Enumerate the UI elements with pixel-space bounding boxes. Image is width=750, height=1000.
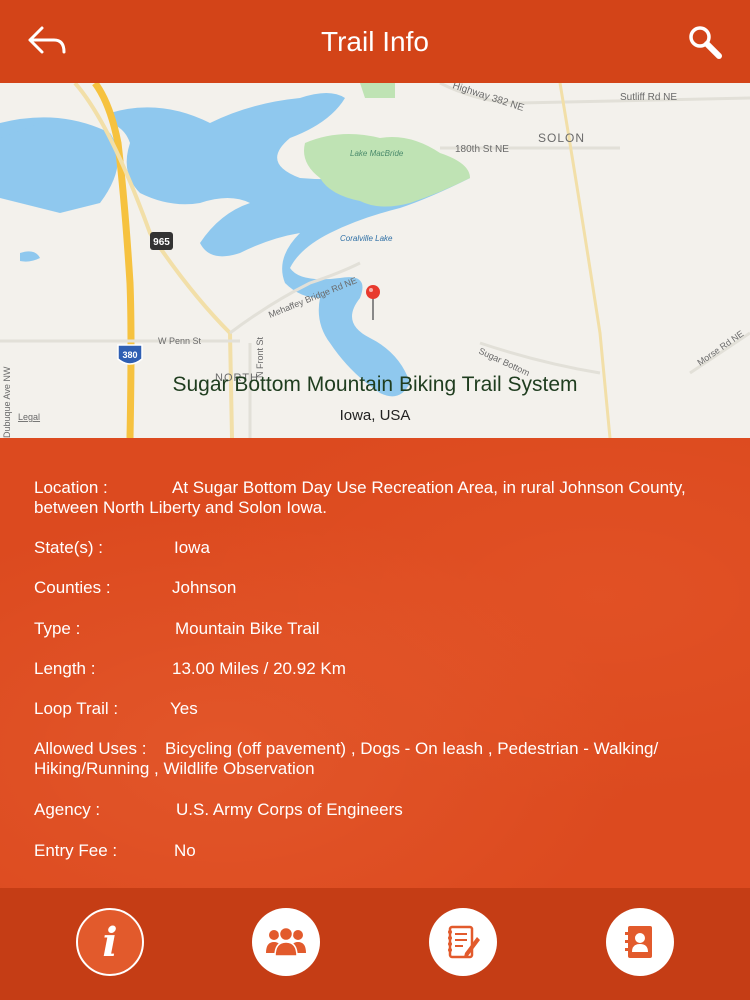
users-group-icon	[266, 926, 306, 957]
info-label: State(s) :	[34, 538, 103, 557]
info-row-type: Type : Mountain Bike Trail	[34, 619, 724, 639]
lake-water	[20, 251, 40, 262]
location-pin-icon[interactable]	[366, 285, 380, 299]
svg-text:SOLON: SOLON	[538, 131, 585, 145]
info-label: Type :	[34, 619, 81, 638]
trail-info-panel: Location : At Sugar Bottom Day Use Recre…	[0, 438, 750, 888]
info-row-entry-fee: Entry Fee : No	[34, 841, 724, 861]
page-title: Trail Info	[321, 26, 429, 57]
info-label: Allowed Uses :	[34, 739, 147, 758]
park-area	[360, 83, 395, 98]
svg-text:Sutliff Rd NE: Sutliff Rd NE	[620, 92, 677, 103]
info-value: Mountain Bike Trail	[175, 619, 320, 638]
info-row-loop-trail: Loop Trail : Yes	[34, 699, 724, 719]
info-value: Bicycling (off pavement) , Dogs - On lea…	[165, 739, 659, 758]
info-value: 13.00 Miles / 20.92 Km	[172, 659, 346, 678]
info-value: No	[174, 841, 196, 860]
tab-users[interactable]	[252, 908, 320, 976]
info-label: Agency :	[34, 800, 101, 819]
contact-book-icon	[625, 926, 652, 958]
svg-text:W Penn St: W Penn St	[158, 336, 202, 346]
info-label: Loop Trail :	[34, 699, 119, 718]
info-value: At Sugar Bottom Day Use Recreation Area,…	[172, 478, 686, 497]
info-row-length: Length : 13.00 Miles / 20.92 Km	[34, 659, 724, 679]
info-row-allowed-uses: Allowed Uses : Bicycling (off pavement) …	[34, 739, 724, 779]
svg-text:965: 965	[153, 237, 170, 248]
svg-text:Highway 382 NE: Highway 382 NE	[451, 83, 526, 114]
info-row-location: Location : At Sugar Bottom Day Use Recre…	[34, 478, 724, 518]
tab-notes[interactable]	[429, 908, 497, 976]
svg-text:Coralville Lake: Coralville Lake	[340, 234, 393, 243]
search-icon	[689, 26, 722, 59]
trail-map[interactable]: 965 380 Highway 382 NE Sutliff Rd NE SOL…	[0, 83, 750, 438]
info-row-counties: Counties : Johnson	[34, 578, 724, 598]
svg-text:180th St NE: 180th St NE	[455, 144, 509, 155]
info-label: Length :	[34, 659, 96, 678]
info-value: Iowa	[174, 538, 210, 557]
info-value: Yes	[170, 699, 198, 718]
info-value-continued: Hiking/Running , Wildlife Observation	[34, 759, 315, 778]
info-value: Johnson	[172, 578, 237, 597]
trail-name-label: Sugar Bottom Mountain Biking Trail Syste…	[172, 373, 578, 396]
info-label: Entry Fee :	[34, 841, 118, 860]
info-row-agency: Agency : U.S. Army Corps of Engineers	[34, 800, 724, 820]
tab-info[interactable]: i	[76, 908, 144, 976]
svg-text:Lake MacBride: Lake MacBride	[350, 149, 404, 158]
info-label: Location :	[34, 478, 108, 497]
info-value: U.S. Army Corps of Engineers	[176, 800, 403, 819]
notes-icon	[448, 925, 480, 959]
svg-text:Morse Rd NE: Morse Rd NE	[695, 328, 745, 367]
svg-text:380: 380	[122, 350, 137, 360]
info-row-states: State(s) : Iowa	[34, 538, 724, 558]
tab-contacts[interactable]	[606, 908, 674, 976]
search-button[interactable]	[686, 24, 726, 62]
bottom-tab-bar: i	[0, 888, 750, 1000]
trail-location-label: Iowa, USA	[339, 407, 411, 424]
info-icon: i	[102, 918, 118, 966]
info-label: Counties :	[34, 578, 111, 597]
info-value-continued: between North Liberty and Solon Iowa.	[34, 498, 327, 517]
header-bar: Trail Info	[0, 0, 750, 83]
